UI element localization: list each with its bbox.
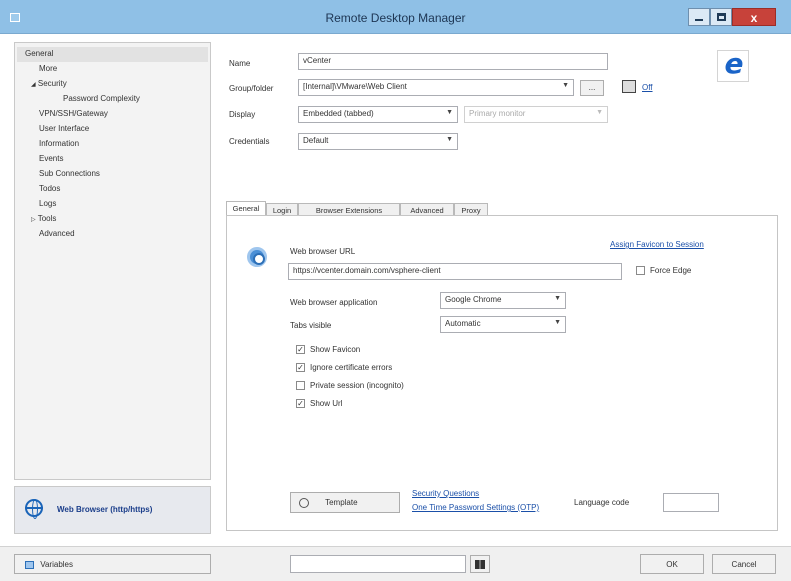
sidebar-item-logs[interactable]: Logs <box>39 199 56 208</box>
off-link[interactable]: Off <box>642 83 653 92</box>
show-favicon-label: Show Favicon <box>310 345 361 354</box>
show-favicon-checkbox[interactable]: ✓ <box>296 345 305 354</box>
chevron-down-icon: ▼ <box>446 136 453 143</box>
display-label: Display <box>229 110 256 119</box>
maximize-icon <box>717 13 726 21</box>
otp-settings-link[interactable]: One Time Password Settings (OTP) <box>412 503 539 512</box>
expand-arrow-icon[interactable]: ◢ <box>31 82 36 88</box>
chevron-down-icon: ▼ <box>446 109 453 116</box>
internet-explorer-icon: e <box>717 47 749 82</box>
display-value: Embedded (tabbed) <box>303 109 374 118</box>
sidebar-item-information[interactable]: Information <box>39 139 79 148</box>
private-session-checkbox[interactable] <box>296 381 305 390</box>
close-button[interactable]: x <box>732 8 776 26</box>
sidebar-item-label: Todos <box>39 184 61 193</box>
language-code-label: Language code <box>574 498 630 507</box>
ignore-cert-errors-label: Ignore certificate errors <box>310 363 393 372</box>
monitor-value: Primary monitor <box>469 109 526 118</box>
name-label: Name <box>229 59 251 68</box>
sidebar-item-general[interactable]: General <box>25 49 53 58</box>
sidebar-item-label: More <box>39 64 58 73</box>
private-session-label: Private session (incognito) <box>310 381 404 390</box>
force-edge-label: Force Edge <box>650 266 692 275</box>
show-url-checkbox[interactable]: ✓ <box>296 399 305 408</box>
sidebar-item-tools[interactable]: ▷ Tools <box>31 214 56 223</box>
sidebar-item-label: Password Complexity <box>63 94 140 103</box>
template-icon <box>299 498 309 508</box>
language-code-field[interactable] <box>663 493 719 512</box>
sidebar-item-vpn[interactable]: VPN/SSH/Gateway <box>39 109 108 118</box>
screen-icon[interactable] <box>622 80 636 93</box>
chrome-icon <box>247 247 267 267</box>
url-field[interactable]: https://vcenter.domain.com/vsphere-clien… <box>288 263 622 280</box>
cancel-button[interactable]: Cancel <box>712 554 776 574</box>
sidebar-item-events[interactable]: Events <box>39 154 63 163</box>
credentials-label: Credentials <box>229 137 270 146</box>
entry-type-label: Web Browser (http/https) <box>57 505 153 514</box>
name-field[interactable]: vCenter <box>298 53 608 70</box>
collapse-arrow-icon[interactable]: ▷ <box>31 217 36 223</box>
sidebar-item-label: Information <box>39 139 80 148</box>
sidebar-item-more[interactable]: More <box>39 64 57 73</box>
sidebar-item-label: Tools <box>37 214 57 223</box>
sidebar-item-label: Security <box>37 79 67 88</box>
group-label: Group/folder <box>229 84 274 93</box>
group-select[interactable]: [Internal]\VMware\Web Client ▼ <box>298 79 574 96</box>
window-title: Remote Desktop Manager <box>325 11 466 25</box>
sidebar-item-label: User Interface <box>39 124 90 133</box>
sidebar-item-label: Logs <box>39 199 57 208</box>
search-input[interactable] <box>290 555 466 573</box>
monitor-select: Primary monitor ▼ <box>464 106 608 123</box>
template-button[interactable]: Template <box>290 492 400 513</box>
chevron-down-icon: ▼ <box>554 319 561 326</box>
tabs-visible-value: Automatic <box>445 319 481 328</box>
ignore-cert-errors-checkbox[interactable]: ✓ <box>296 363 305 372</box>
show-url-label: Show Url <box>310 399 343 408</box>
minimize-button[interactable] <box>688 8 710 26</box>
variables-button[interactable]: Variables <box>14 554 211 574</box>
group-value: [Internal]\VMware\Web Client <box>303 82 407 91</box>
app-label: Web browser application <box>290 298 378 307</box>
sidebar-item-advanced[interactable]: Advanced <box>39 229 75 238</box>
variables-icon <box>25 560 34 569</box>
security-questions-link[interactable]: Security Questions <box>412 489 479 498</box>
browser-app-select[interactable]: Google Chrome ▼ <box>440 292 566 309</box>
display-select[interactable]: Embedded (tabbed) ▼ <box>298 106 458 123</box>
tabs-visible-label: Tabs visible <box>290 321 332 330</box>
variables-button-label: Variables <box>40 560 73 569</box>
chevron-down-icon: ▼ <box>596 109 603 116</box>
sidebar-item-user-interface[interactable]: User Interface <box>39 124 89 133</box>
url-label: Web browser URL <box>290 247 356 256</box>
browser-app-value: Google Chrome <box>445 295 502 304</box>
sidebar-item-label: Advanced <box>39 229 75 238</box>
ok-button[interactable]: OK <box>640 554 704 574</box>
binoculars-button[interactable] <box>470 555 490 573</box>
template-button-label: Template <box>325 498 358 508</box>
globe-icon <box>25 499 43 519</box>
sidebar-item-label: Sub Connections <box>39 169 100 178</box>
group-browse-button[interactable]: ... <box>580 80 604 96</box>
chevron-down-icon: ▼ <box>562 82 569 89</box>
sidebar-item-label: General <box>25 49 54 58</box>
force-edge-checkbox[interactable] <box>636 266 645 275</box>
credentials-select[interactable]: Default ▼ <box>298 133 458 150</box>
close-icon: x <box>750 11 758 25</box>
sidebar-item-password-complexity[interactable]: Password Complexity <box>63 94 140 103</box>
sidebar-item-label: VPN/SSH/Gateway <box>39 109 108 118</box>
credentials-value: Default <box>303 136 329 145</box>
entry-type-panel: Web Browser (http/https) <box>14 486 211 534</box>
sidebar-item-label: Events <box>39 154 64 163</box>
binoculars-icon <box>475 560 485 569</box>
chevron-down-icon: ▼ <box>554 295 561 302</box>
sidebar: General More ◢ Security Password Complex… <box>14 42 211 480</box>
sidebar-item-todos[interactable]: Todos <box>39 184 60 193</box>
sidebar-item-sub-connections[interactable]: Sub Connections <box>39 169 100 178</box>
minimize-icon <box>695 19 703 21</box>
title-bar: Remote Desktop Manager x <box>0 0 791 34</box>
tabs-visible-select[interactable]: Automatic ▼ <box>440 316 566 333</box>
maximize-button[interactable] <box>710 8 732 26</box>
assign-favicon-link[interactable]: Assign Favicon to Session <box>610 240 704 249</box>
sidebar-item-security[interactable]: ◢ Security <box>31 79 67 88</box>
